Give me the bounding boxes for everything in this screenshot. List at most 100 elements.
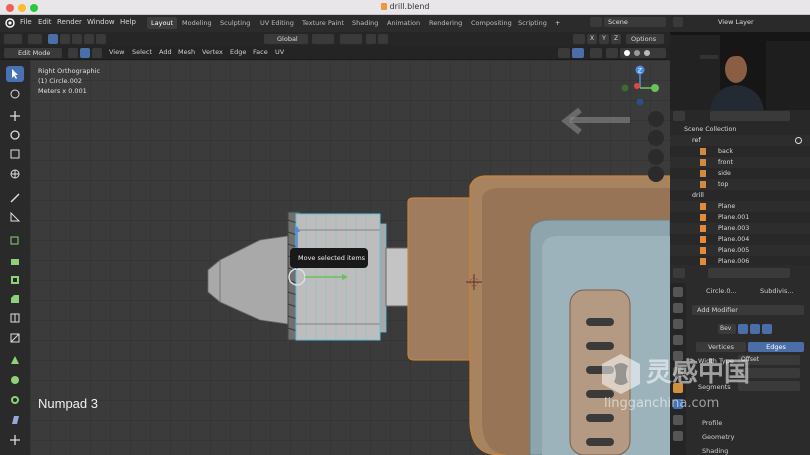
- spin-tool-icon[interactable]: [6, 372, 24, 388]
- render-properties-tab-icon[interactable]: [673, 303, 683, 313]
- tool-properties-tab-icon[interactable]: [673, 287, 683, 297]
- annotate-tool-icon[interactable]: [6, 190, 24, 206]
- outliner-row[interactable]: Plane: [670, 201, 810, 212]
- output-properties-tab-icon[interactable]: [673, 319, 683, 329]
- physics-tab-icon[interactable]: [673, 431, 683, 441]
- measure-tool-icon[interactable]: [6, 209, 24, 225]
- tab-shading[interactable]: Shading: [348, 17, 382, 29]
- outliner-type-icon[interactable]: [673, 111, 685, 121]
- bevel-modifier-name[interactable]: Bev: [718, 324, 736, 334]
- rip-tool-icon[interactable]: [6, 432, 24, 448]
- move-tool-icon[interactable]: [6, 108, 24, 124]
- scene-selector[interactable]: Scene: [604, 17, 666, 27]
- outliner-row[interactable]: drill: [670, 190, 810, 201]
- solid-shading-icon[interactable]: [624, 50, 630, 56]
- menu-edit[interactable]: Edit: [38, 18, 52, 26]
- proportional-edit-icon[interactable]: [366, 34, 376, 44]
- gizmo-toggle-icon[interactable]: [572, 48, 584, 58]
- overlay-icon[interactable]: [590, 48, 602, 58]
- tab-layout[interactable]: Layout: [147, 17, 178, 29]
- smooth-tool-icon[interactable]: [6, 392, 24, 408]
- scene-selector-icon[interactable]: [590, 17, 602, 27]
- visibility-icon[interactable]: [558, 48, 570, 58]
- snap-icon[interactable]: [340, 34, 362, 44]
- options-dropdown[interactable]: Options: [626, 34, 664, 44]
- add-cube-tool-icon[interactable]: [6, 232, 24, 248]
- scale-tool-icon[interactable]: [6, 146, 24, 162]
- outliner-row[interactable]: side: [670, 168, 810, 179]
- outliner-row[interactable]: top: [670, 179, 810, 190]
- geometry-section-header[interactable]: Geometry: [702, 433, 734, 441]
- select-mode-invert-icon[interactable]: [84, 34, 94, 44]
- menu-add[interactable]: Add: [159, 48, 172, 56]
- outliner-search-input[interactable]: [710, 111, 790, 121]
- menu-mesh[interactable]: Mesh: [178, 48, 195, 56]
- outliner-row[interactable]: Plane.006: [670, 256, 810, 265]
- menu-window[interactable]: Window: [87, 18, 115, 26]
- pivot-point-icon[interactable]: [312, 34, 334, 44]
- shear-tool-icon[interactable]: [6, 412, 24, 428]
- outliner-row[interactable]: back: [670, 146, 810, 157]
- mirror-icon[interactable]: [573, 34, 585, 44]
- extrude-tool-icon[interactable]: [6, 253, 24, 269]
- modifier-name-field[interactable]: Subdivis...: [760, 287, 794, 295]
- select-box-icon[interactable]: [28, 34, 42, 44]
- select-mode-intersect-icon[interactable]: [96, 34, 106, 44]
- zoom-view-icon[interactable]: [648, 111, 664, 127]
- mirror-x-toggle[interactable]: X: [587, 34, 597, 44]
- tab-sculpting[interactable]: Sculpting: [216, 17, 254, 29]
- menu-render[interactable]: Render: [57, 18, 82, 26]
- falloff-icon[interactable]: [378, 34, 388, 44]
- edge-select-icon[interactable]: [80, 48, 90, 58]
- properties-type-icon[interactable]: [673, 268, 685, 278]
- menu-help[interactable]: Help: [120, 18, 136, 26]
- loop-cut-tool-icon[interactable]: [6, 310, 24, 326]
- tab-modeling[interactable]: Modeling: [178, 17, 216, 29]
- outliner-row[interactable]: Plane.004: [670, 234, 810, 245]
- outliner-row[interactable]: ref: [670, 135, 810, 146]
- rendered-shading-icon[interactable]: [644, 50, 650, 56]
- pan-view-icon[interactable]: [648, 130, 664, 146]
- view-layer-tab-icon[interactable]: [673, 335, 683, 345]
- poly-build-tool-icon[interactable]: [6, 352, 24, 368]
- tab-animation[interactable]: Animation: [383, 17, 424, 29]
- tab-texture-paint[interactable]: Texture Paint: [298, 17, 348, 29]
- menu-face[interactable]: Face: [253, 48, 268, 56]
- mirror-y-toggle[interactable]: Y: [599, 34, 609, 44]
- menu-view[interactable]: View: [109, 48, 124, 56]
- outliner-row[interactable]: Scene Collection: [670, 124, 810, 135]
- tab-rendering[interactable]: Rendering: [425, 17, 466, 29]
- vertex-select-icon[interactable]: [68, 48, 78, 58]
- inset-tool-icon[interactable]: [6, 272, 24, 288]
- blender-logo-icon[interactable]: [5, 18, 15, 28]
- menu-vertex[interactable]: Vertex: [202, 48, 223, 56]
- select-mode-extend-icon[interactable]: [60, 34, 70, 44]
- bevel-tool-icon[interactable]: [6, 291, 24, 307]
- render-toggle-icon[interactable]: [762, 324, 772, 334]
- outliner-row[interactable]: Plane.001: [670, 212, 810, 223]
- transform-tool-icon[interactable]: [6, 166, 24, 182]
- select-mode-subtract-icon[interactable]: [72, 34, 82, 44]
- edit-mode-toggle-icon[interactable]: [738, 324, 748, 334]
- mode-selector[interactable]: Edit Mode: [4, 48, 62, 58]
- menu-uv[interactable]: UV: [275, 48, 284, 56]
- select-tool-icon[interactable]: [6, 66, 24, 82]
- xray-icon[interactable]: [606, 48, 618, 58]
- profile-section-header[interactable]: Profile: [702, 419, 722, 427]
- add-workspace-icon[interactable]: +: [551, 17, 564, 29]
- navigation-gizmo-icon[interactable]: Z: [615, 62, 665, 108]
- viewport-toggle-icon[interactable]: [750, 324, 760, 334]
- menu-edge[interactable]: Edge: [230, 48, 246, 56]
- add-modifier-button[interactable]: Add Modifier: [692, 305, 804, 315]
- shading-section-header[interactable]: Shading: [702, 447, 728, 455]
- outliner-row[interactable]: Plane.005: [670, 245, 810, 256]
- face-select-icon[interactable]: [92, 48, 102, 58]
- material-shading-icon[interactable]: [634, 50, 640, 56]
- perspective-toggle-icon[interactable]: [648, 166, 664, 182]
- eye-icon[interactable]: [795, 137, 802, 144]
- properties-search-input[interactable]: [708, 268, 790, 278]
- view-layer-label[interactable]: View Layer: [718, 18, 754, 26]
- menu-select[interactable]: Select: [132, 48, 152, 56]
- menu-file[interactable]: File: [20, 18, 32, 26]
- outliner-row[interactable]: front: [670, 157, 810, 168]
